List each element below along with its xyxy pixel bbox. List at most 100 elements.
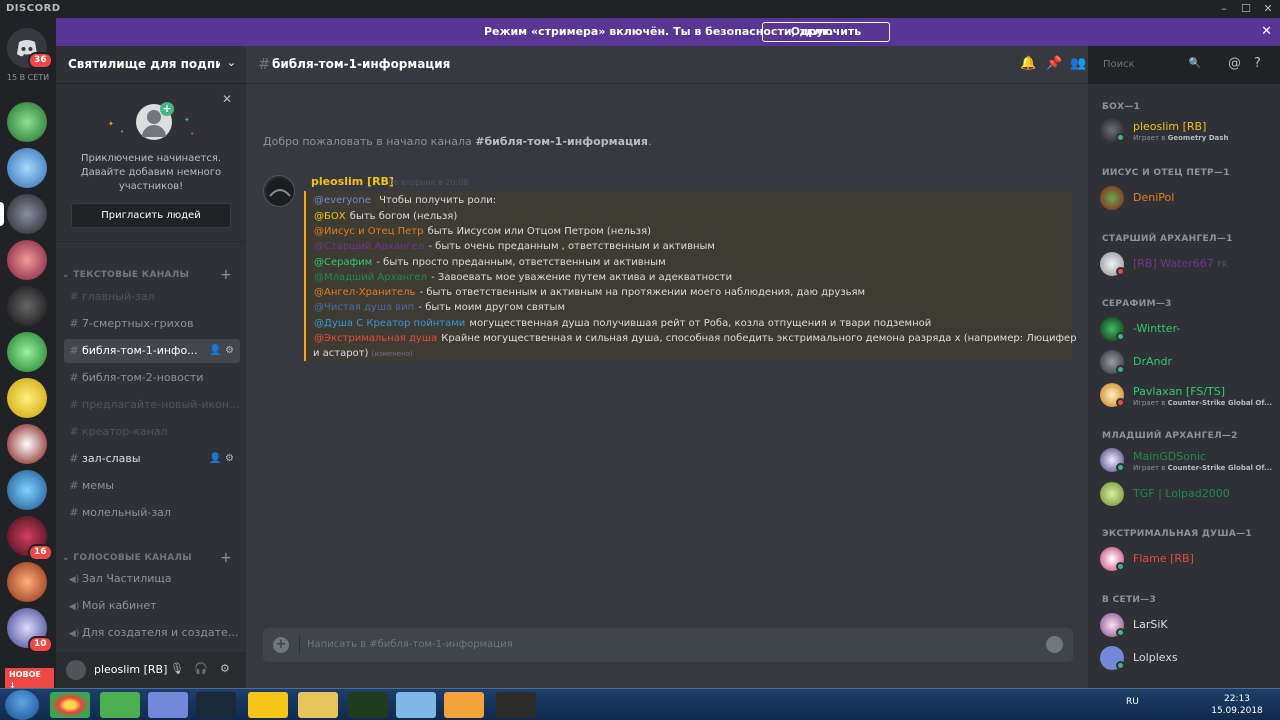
maximize-button[interactable]: ☐ bbox=[1236, 2, 1256, 16]
role-mention[interactable]: @everyone bbox=[313, 195, 372, 206]
member-item[interactable]: DeniPol bbox=[1100, 182, 1276, 214]
add-channel-icon[interactable]: + bbox=[220, 550, 232, 566]
member-item[interactable]: TGF | Lolpad2000 bbox=[1100, 478, 1276, 510]
mention-icon[interactable]: @ bbox=[1228, 56, 1241, 71]
app-taskbar-icon[interactable] bbox=[348, 692, 388, 718]
server-header[interactable]: Святилище для подписчи... ⌄ bbox=[56, 46, 246, 84]
channel-tools[interactable]: 👤 ⚙ bbox=[209, 339, 234, 363]
member-item[interactable]: Flame [RB] bbox=[1100, 543, 1276, 575]
speaker-icon: ◀) bbox=[68, 575, 80, 585]
upload-plus-icon[interactable]: + bbox=[273, 637, 289, 653]
role-mention[interactable]: @Ангел-Хранитель bbox=[313, 287, 416, 298]
guild-icon[interactable] bbox=[7, 240, 47, 280]
channel-item-hovered[interactable]: # зал-славы 👤 ⚙ bbox=[64, 447, 240, 471]
microphone-icon[interactable]: 🎙 bbox=[170, 662, 184, 675]
guild-icon[interactable] bbox=[7, 102, 47, 142]
member-item[interactable]: LarSiK bbox=[1100, 609, 1276, 641]
member-item[interactable]: Pavlaxan [FS/TS] Играет в Counter-Strike… bbox=[1100, 379, 1276, 411]
clock[interactable]: 22:13 15.09.2018 bbox=[1210, 693, 1264, 717]
role-mention[interactable]: @Серафим bbox=[313, 257, 373, 268]
search-input[interactable]: Поиск 🔍 bbox=[1098, 56, 1206, 76]
message-author[interactable]: pleoslim [RB] bbox=[311, 175, 394, 188]
guild-icon[interactable] bbox=[7, 378, 47, 418]
geometry-dash-taskbar-icon[interactable] bbox=[248, 692, 288, 718]
member-group-title: БОХ—1 bbox=[1102, 102, 1141, 112]
folder-taskbar-icon[interactable] bbox=[298, 692, 338, 718]
disable-streamer-mode-button[interactable]: Отключить bbox=[762, 22, 890, 42]
language-indicator[interactable]: RU bbox=[1126, 697, 1139, 707]
status-online-icon bbox=[1116, 661, 1125, 670]
channel-name: библя-том-2-новости bbox=[82, 371, 204, 384]
member-name-text: [RB] Water667 bbox=[1133, 257, 1214, 270]
message-content: @everyone Чтобы получить роли: @БОХ быть… bbox=[304, 191, 1077, 361]
discord-taskbar-icon[interactable] bbox=[148, 692, 188, 718]
new-messages-badge[interactable]: НОВОЕ ↓ bbox=[3, 666, 56, 688]
help-icon[interactable]: ? bbox=[1254, 56, 1261, 71]
emoji-icon[interactable] bbox=[1046, 636, 1063, 653]
hash-icon: # bbox=[258, 55, 271, 73]
guild-icon[interactable] bbox=[7, 148, 47, 188]
role-mention[interactable]: @Иисус и Отец Петр bbox=[313, 226, 424, 237]
guild-icon[interactable] bbox=[7, 470, 47, 510]
add-channel-icon[interactable]: + bbox=[220, 267, 232, 283]
role-mention[interactable]: @Душа С Креатор пойнтами bbox=[313, 318, 466, 329]
channel-item[interactable]: # главный-зал bbox=[64, 285, 240, 309]
status-online-icon bbox=[1116, 365, 1125, 374]
media-player-taskbar-icon[interactable] bbox=[444, 692, 484, 718]
steam-taskbar-icon[interactable] bbox=[196, 692, 236, 718]
minimize-button[interactable]: – bbox=[1214, 2, 1234, 16]
guild-icon[interactable] bbox=[7, 424, 47, 464]
avatar[interactable] bbox=[66, 660, 86, 680]
gear-icon[interactable]: ⚙ bbox=[220, 662, 230, 675]
bell-icon[interactable]: 🔔 bbox=[1020, 56, 1036, 71]
speaker-icon: ◀) bbox=[68, 602, 80, 612]
guild-icon[interactable] bbox=[7, 332, 47, 372]
message-line: и астарот) (изменено) bbox=[313, 348, 413, 359]
obs-taskbar-icon[interactable] bbox=[496, 692, 536, 718]
channel-item[interactable]: # креатор-канал bbox=[64, 420, 240, 444]
channel-tools[interactable]: 👤 ⚙ bbox=[209, 447, 234, 471]
voice-channel-item[interactable]: ◀) Мой кабинет bbox=[64, 594, 240, 618]
guild-icon[interactable] bbox=[7, 562, 47, 602]
avatar-image bbox=[266, 178, 294, 206]
role-mention[interactable]: @Младший Архангел bbox=[313, 272, 428, 283]
members-icon[interactable]: 👥 bbox=[1070, 56, 1086, 71]
member-item[interactable]: MainGDSonic Играет в Counter-Strike Glob… bbox=[1100, 444, 1276, 476]
utorrent-taskbar-icon[interactable] bbox=[100, 692, 140, 718]
role-mention[interactable]: @Чистая душа вип bbox=[313, 302, 415, 313]
channel-item[interactable]: # мемы bbox=[64, 474, 240, 498]
member-item[interactable]: pleoslim [RB] Играет в Geometry Dash bbox=[1100, 114, 1276, 146]
voice-channel-item[interactable]: ◀) Для создателя и создате... bbox=[64, 621, 240, 645]
channel-item[interactable]: #7-смертных-грихов bbox=[64, 312, 240, 336]
guild-icon[interactable] bbox=[7, 286, 47, 326]
paint-taskbar-icon[interactable] bbox=[396, 692, 436, 718]
role-mention[interactable]: @Старший Архангел bbox=[313, 241, 425, 252]
chrome-taskbar-icon[interactable] bbox=[50, 692, 90, 718]
guild-icon-active[interactable] bbox=[7, 194, 47, 234]
close-icon[interactable]: ✕ bbox=[222, 92, 232, 106]
message-avatar[interactable] bbox=[263, 175, 295, 207]
channel-header: # библя-том-1-информация 🔔 📌 👥 Поиск 🔍 @… bbox=[246, 46, 1261, 84]
member-item[interactable]: DrAndr bbox=[1100, 346, 1276, 378]
member-item[interactable]: [RB] Water667 FR bbox=[1100, 248, 1276, 280]
message-composer[interactable]: + Написать в #библя-том-1-информация bbox=[263, 628, 1073, 662]
channel-item[interactable]: # молельный-зал bbox=[64, 501, 240, 525]
channel-item[interactable]: # предлагайте-новый-икон... bbox=[64, 393, 240, 417]
member-group-title: ЭКСТРИМАЛЬНАЯ ДУША—1 bbox=[1102, 529, 1252, 539]
member-item[interactable]: -Wintter- bbox=[1100, 313, 1276, 345]
category-voice-channels[interactable]: ⌄ ГОЛОСОВЫЕ КАНАЛЫ + bbox=[62, 550, 240, 566]
headphones-icon[interactable]: 🎧 bbox=[194, 662, 208, 675]
channel-item-selected[interactable]: # библя-том-1-инфо... 👤 ⚙ bbox=[64, 339, 240, 363]
close-window-button[interactable]: ✕ bbox=[1258, 2, 1278, 16]
windows-start-button[interactable] bbox=[5, 690, 39, 720]
member-item[interactable]: Lolplexs bbox=[1100, 642, 1276, 674]
role-mention[interactable]: @БОХ bbox=[313, 211, 347, 222]
voice-channel-item[interactable]: ◀) Зал Частилища bbox=[64, 567, 240, 591]
pin-icon[interactable]: 📌 bbox=[1046, 56, 1062, 71]
close-icon[interactable]: ✕ bbox=[1261, 24, 1272, 39]
channel-item[interactable]: # библя-том-2-новости bbox=[64, 366, 240, 390]
invite-people-button[interactable]: Пригласить людей bbox=[71, 203, 231, 228]
category-text-channels[interactable]: ⌄ ТЕКСТОВЫЕ КАНАЛЫ + bbox=[62, 267, 240, 283]
activity-prefix: Играет в bbox=[1133, 134, 1168, 142]
role-mention[interactable]: @Экстримальная душа bbox=[313, 333, 438, 344]
